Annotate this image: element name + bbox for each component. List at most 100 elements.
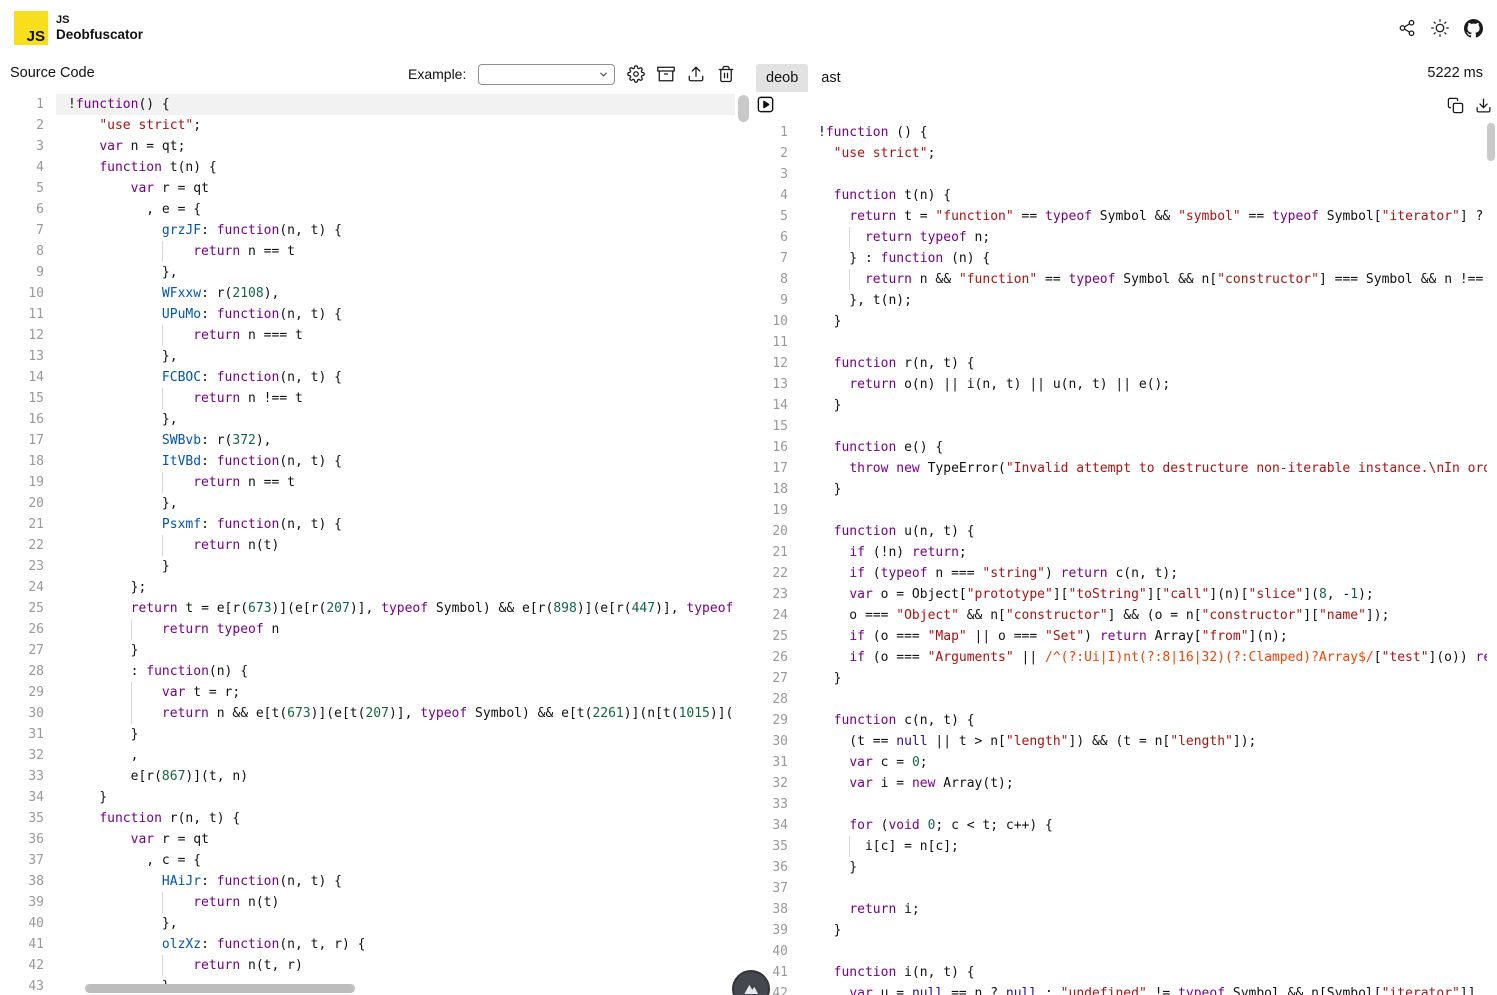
code-line[interactable]: 10 WFxxw: r(2108), — [0, 283, 752, 304]
code-line[interactable]: 27 } — [752, 668, 1497, 689]
code-line[interactable]: 18 ItVBd: function(n, t) { — [0, 451, 752, 472]
copy-button[interactable] — [1447, 97, 1464, 114]
code-line[interactable]: 38 return i; — [752, 899, 1497, 920]
code-line[interactable]: 31 var c = 0; — [752, 752, 1497, 773]
code-line[interactable]: 3 — [752, 164, 1497, 185]
tab-ast[interactable]: ast — [811, 64, 850, 92]
source-hscrollbar-thumb[interactable] — [85, 984, 355, 993]
code-line[interactable]: 23 var o = Object["prototype"]["toString… — [752, 584, 1497, 605]
code-line[interactable]: 40 }, — [0, 913, 752, 934]
code-line[interactable]: 33 — [752, 794, 1497, 815]
upload-button[interactable] — [687, 65, 705, 83]
code-line[interactable]: 42 return n(t, r) — [0, 955, 752, 976]
code-line[interactable]: 28 : function(n) { — [0, 661, 752, 682]
code-line[interactable]: 34 for (void 0; c < t; c++) { — [752, 815, 1497, 836]
code-line[interactable]: 26 if (o === "Arguments" || /^(?:Ui|I)nt… — [752, 647, 1497, 668]
output-vscrollbar-thumb[interactable] — [1487, 123, 1495, 161]
code-line[interactable]: 32 , — [0, 745, 752, 766]
share-button[interactable] — [1398, 19, 1416, 37]
code-line[interactable]: 14 FCBOC: function(n, t) { — [0, 367, 752, 388]
code-line[interactable]: 13 return o(n) || i(n, t) || u(n, t) || … — [752, 374, 1497, 395]
code-line[interactable]: 16 }, — [0, 409, 752, 430]
code-line[interactable]: 38 HAiJr: function(n, t) { — [0, 871, 752, 892]
code-line[interactable]: 42 var u = null == n ? null : "undefined… — [752, 983, 1497, 995]
code-line[interactable]: 41 olzXz: function(n, t, r) { — [0, 934, 752, 955]
code-line[interactable]: 23 } — [0, 556, 752, 577]
code-line[interactable]: 19 — [752, 500, 1497, 521]
code-line[interactable]: 22 if (typeof n === "string") return c(n… — [752, 563, 1497, 584]
code-line[interactable]: 28 — [752, 689, 1497, 710]
code-line[interactable]: 15 — [752, 416, 1497, 437]
code-line[interactable]: 41 function i(n, t) { — [752, 962, 1497, 983]
code-line[interactable]: 27 } — [0, 640, 752, 661]
code-line[interactable]: 30 return n && e[t(673)](e[t(207)], type… — [0, 703, 752, 724]
code-line[interactable]: 39 return n(t) — [0, 892, 752, 913]
code-line[interactable]: 21 if (!n) return; — [752, 542, 1497, 563]
code-line[interactable]: 36 } — [752, 857, 1497, 878]
code-line[interactable]: 24 }; — [0, 577, 752, 598]
code-line[interactable]: 17 throw new TypeError("Invalid attempt … — [752, 458, 1497, 479]
code-line[interactable]: 4 function t(n) { — [0, 157, 752, 178]
code-line[interactable]: 19 return n == t — [0, 472, 752, 493]
code-line[interactable]: 10 } — [752, 311, 1497, 332]
code-line[interactable]: 14 } — [752, 395, 1497, 416]
code-line[interactable]: 18 } — [752, 479, 1497, 500]
code-line[interactable]: 40 — [752, 941, 1497, 962]
code-line[interactable]: 22 return n(t) — [0, 535, 752, 556]
example-select[interactable] — [478, 64, 615, 85]
code-line[interactable]: 34 } — [0, 787, 752, 808]
github-button[interactable] — [1464, 19, 1483, 38]
code-line[interactable]: 20 }, — [0, 493, 752, 514]
code-line[interactable]: 5 var r = qt — [0, 178, 752, 199]
code-line[interactable]: 12 return n === t — [0, 325, 752, 346]
run-button[interactable] — [756, 95, 775, 114]
code-line[interactable]: 16 function e() { — [752, 437, 1497, 458]
code-line[interactable]: 11 — [752, 332, 1497, 353]
code-line[interactable]: 39 } — [752, 920, 1497, 941]
output-editor[interactable]: 1!function () {2 "use strict";34 functio… — [752, 122, 1497, 995]
code-line[interactable]: 2 "use strict"; — [752, 143, 1497, 164]
code-line[interactable]: 1!function () { — [752, 122, 1497, 143]
code-line[interactable]: 7 grzJF: function(n, t) { — [0, 220, 752, 241]
code-line[interactable]: 7 } : function (n) { — [752, 248, 1497, 269]
code-line[interactable]: 24 o === "Object" && n["constructor"] &&… — [752, 605, 1497, 626]
code-line[interactable]: 11 UPuMo: function(n, t) { — [0, 304, 752, 325]
download-button[interactable] — [1475, 97, 1492, 114]
settings-button[interactable] — [627, 65, 645, 83]
source-vscrollbar-thumb[interactable] — [738, 95, 749, 122]
code-line[interactable]: 32 var i = new Array(t); — [752, 773, 1497, 794]
theme-toggle-button[interactable] — [1431, 19, 1449, 37]
source-editor[interactable]: 1!function() {2 "use strict";3 var n = q… — [0, 92, 752, 995]
tab-deob[interactable]: deob — [756, 64, 808, 92]
code-line[interactable]: 37 , c = { — [0, 850, 752, 871]
code-line[interactable]: 2 "use strict"; — [0, 115, 752, 136]
code-line[interactable]: 13 }, — [0, 346, 752, 367]
code-line[interactable]: 29 var t = r; — [0, 682, 752, 703]
code-line[interactable]: 8 return n && "function" == typeof Symbo… — [752, 269, 1497, 290]
code-line[interactable]: 25 if (o === "Map" || o === "Set") retur… — [752, 626, 1497, 647]
code-line[interactable]: 9 }, — [0, 262, 752, 283]
code-line[interactable]: 20 function u(n, t) { — [752, 521, 1497, 542]
code-line[interactable]: 35 i[c] = n[c]; — [752, 836, 1497, 857]
code-line[interactable]: 37 — [752, 878, 1497, 899]
code-line[interactable]: 1!function() { — [0, 94, 752, 115]
code-line[interactable]: 26 return typeof n — [0, 619, 752, 640]
code-line[interactable]: 17 SWBvb: r(372), — [0, 430, 752, 451]
code-line[interactable]: 6 return typeof n; — [752, 227, 1497, 248]
code-line[interactable]: 9 }, t(n); — [752, 290, 1497, 311]
code-line[interactable]: 29 function c(n, t) { — [752, 710, 1497, 731]
code-line[interactable]: 21 Psxmf: function(n, t) { — [0, 514, 752, 535]
code-line[interactable]: 8 return n == t — [0, 241, 752, 262]
code-line[interactable]: 6 , e = { — [0, 199, 752, 220]
code-line[interactable]: 31 } — [0, 724, 752, 745]
code-line[interactable]: 5 return t = "function" == typeof Symbol… — [752, 206, 1497, 227]
code-line[interactable]: 12 function r(n, t) { — [752, 353, 1497, 374]
code-line[interactable]: 35 function r(n, t) { — [0, 808, 752, 829]
code-line[interactable]: 33 e[r(867)](t, n) — [0, 766, 752, 787]
code-line[interactable]: 36 var r = qt — [0, 829, 752, 850]
code-line[interactable]: 15 return n !== t — [0, 388, 752, 409]
code-line[interactable]: 4 function t(n) { — [752, 185, 1497, 206]
unpack-button[interactable] — [657, 65, 675, 83]
code-line[interactable]: 30 (t == null || t > n["length"]) && (t … — [752, 731, 1497, 752]
code-line[interactable]: 3 var n = qt; — [0, 136, 752, 157]
